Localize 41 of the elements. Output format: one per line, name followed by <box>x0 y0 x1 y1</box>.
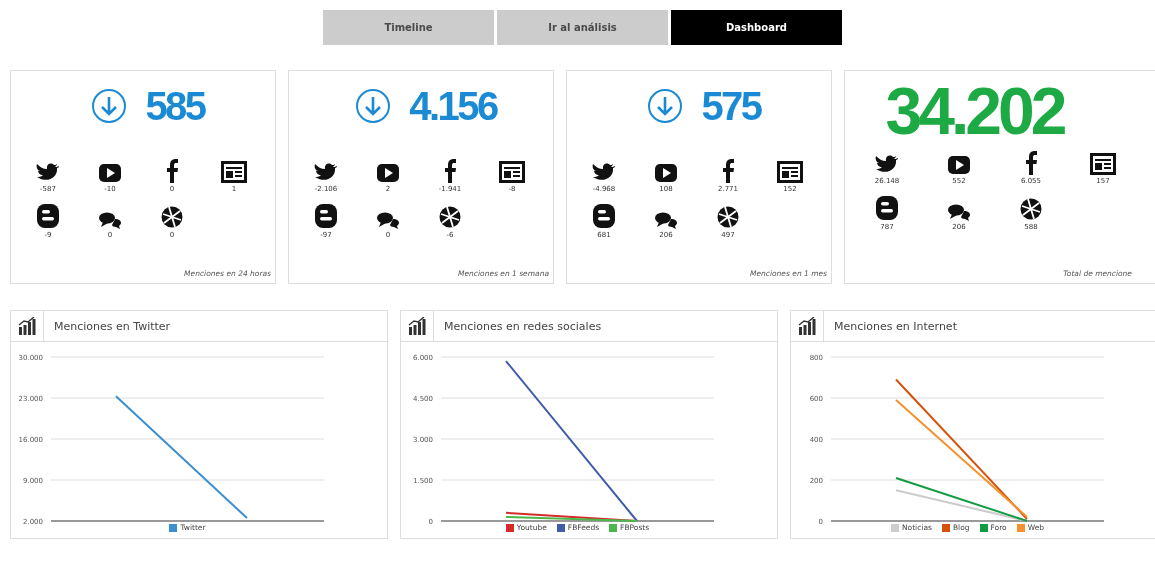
play-icon <box>98 163 122 183</box>
mention-total: 585 <box>145 83 205 129</box>
bird-icon <box>875 155 899 175</box>
newspaper-icon <box>777 161 803 183</box>
bar-chart-icon <box>798 317 816 335</box>
speech-bubbles-icon <box>376 211 400 229</box>
play-icon <box>654 163 678 183</box>
globe-icon <box>716 205 740 229</box>
play-icon <box>376 163 400 183</box>
newspaper-icon <box>499 161 525 183</box>
bar-chart-icon <box>18 317 36 335</box>
newspaper-icon <box>1090 153 1116 175</box>
tab[interactable]: Ir al análisis <box>497 10 668 45</box>
play-icon <box>947 155 971 175</box>
blog-icon <box>36 203 60 229</box>
facebook-icon <box>1024 151 1038 175</box>
blog-icon <box>592 203 616 229</box>
facebook-icon <box>721 159 735 183</box>
mention-total: 575 <box>701 83 761 129</box>
bird-icon <box>36 163 60 183</box>
chart-title: Menciones en Internet <box>833 319 957 333</box>
speech-bubbles-icon <box>654 211 678 229</box>
facebook-icon <box>443 159 457 183</box>
chart-title: Menciones en Twitter <box>53 319 171 333</box>
blog-icon <box>875 195 899 221</box>
tab[interactable]: Dashboard <box>671 10 842 45</box>
blog-icon <box>314 203 338 229</box>
globe-icon <box>438 205 462 229</box>
chart-title: Menciones en redes sociales <box>443 319 602 333</box>
speech-bubbles-icon <box>947 203 971 221</box>
globe-icon <box>1019 197 1043 221</box>
tab[interactable]: Timeline <box>323 10 494 45</box>
bar-chart-icon <box>408 317 426 335</box>
newspaper-icon <box>221 161 247 183</box>
speech-bubbles-icon <box>98 211 122 229</box>
mention-total: 34.202 <box>885 73 1064 149</box>
globe-icon <box>160 205 184 229</box>
facebook-icon <box>165 159 179 183</box>
mention-total: 4.156 <box>409 83 497 129</box>
bird-icon <box>592 163 616 183</box>
bird-icon <box>314 163 338 183</box>
